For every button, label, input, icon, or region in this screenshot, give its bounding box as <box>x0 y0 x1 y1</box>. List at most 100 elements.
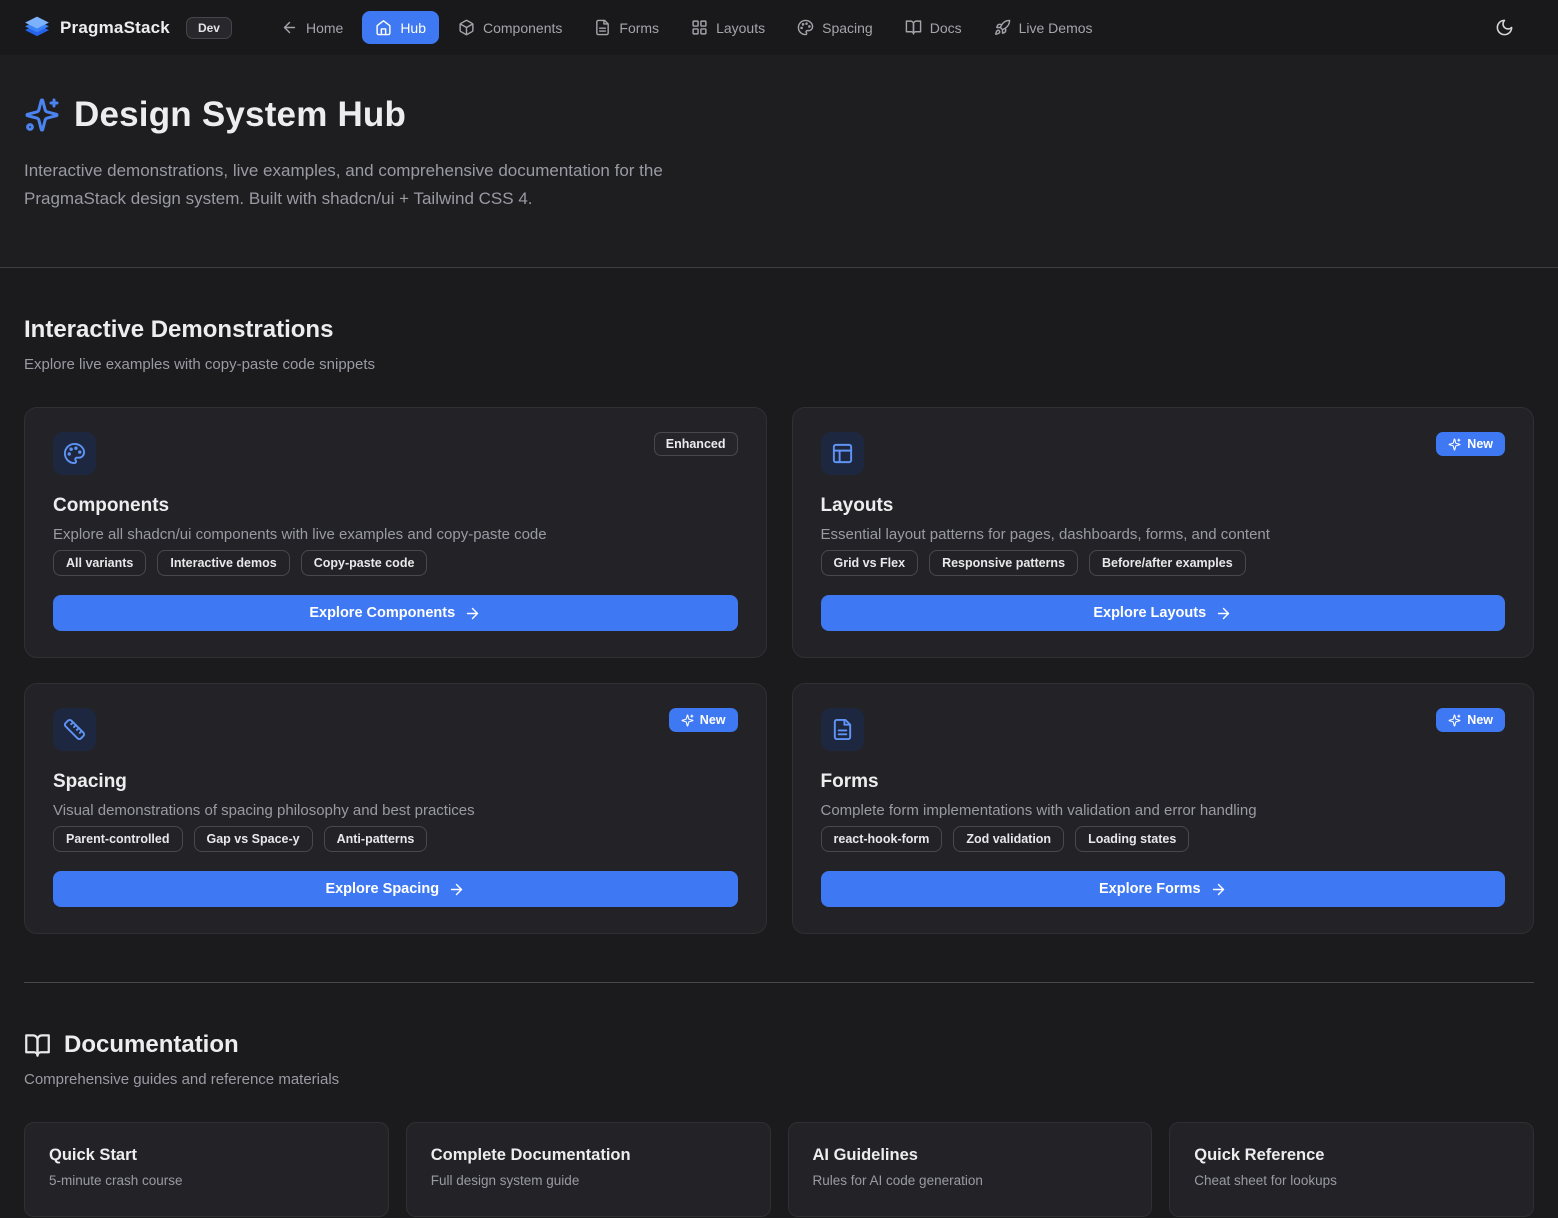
sparkles-icon <box>681 714 694 727</box>
ruler-icon <box>53 708 96 751</box>
tag: Gap vs Space-y <box>194 826 313 852</box>
card-title: Components <box>53 495 738 517</box>
demos-subheading: Explore live examples with copy-paste co… <box>24 356 1534 373</box>
doc-card-description: 5-minute crash course <box>49 1173 364 1188</box>
explore-components-button[interactable]: Explore Components <box>53 595 738 631</box>
arrow-right-icon <box>448 881 465 898</box>
card-badge-components: Enhanced <box>654 432 738 456</box>
demo-grid: EnhancedComponentsExplore all shadcn/ui … <box>24 407 1534 934</box>
palette-icon <box>797 19 814 36</box>
cta-label: Explore Layouts <box>1093 605 1206 621</box>
nav-item-docs[interactable]: Docs <box>892 11 975 44</box>
hero: Design System Hub Interactive demonstrat… <box>0 55 1558 268</box>
book-open-icon <box>905 19 922 36</box>
nav-item-label: Live Demos <box>1019 20 1093 36</box>
rocket-icon <box>994 19 1011 36</box>
doc-card-title: AI Guidelines <box>813 1146 1128 1165</box>
nav-item-hub[interactable]: Hub <box>362 11 439 44</box>
sparkles-icon <box>1448 714 1461 727</box>
card-title: Layouts <box>821 495 1506 517</box>
nav-item-label: Forms <box>619 20 659 36</box>
moon-icon <box>1495 18 1514 37</box>
card-badge-layouts: New <box>1436 432 1505 456</box>
theme-toggle-button[interactable] <box>1486 10 1522 46</box>
explore-layouts-button[interactable]: Explore Layouts <box>821 595 1506 631</box>
cta-label: Explore Components <box>309 605 455 621</box>
nav-item-label: Components <box>483 20 562 36</box>
tag-list: Grid vs Flex Responsive patterns Before/af… <box>821 550 1506 576</box>
arrow-right-icon <box>1210 881 1227 898</box>
page-description: Interactive demonstrations, live example… <box>24 157 764 213</box>
doc-card-title: Quick Reference <box>1194 1146 1509 1165</box>
badge-label: Enhanced <box>666 437 726 451</box>
badge-label: New <box>1467 437 1493 451</box>
card-title: Spacing <box>53 771 738 793</box>
demo-card-components: EnhancedComponentsExplore all shadcn/ui … <box>24 407 767 658</box>
tag: Before/after examples <box>1089 550 1246 576</box>
nav-item-layouts[interactable]: Layouts <box>678 11 778 44</box>
divider <box>24 982 1534 983</box>
file-text-icon <box>594 19 611 36</box>
book-open-icon <box>24 1032 51 1059</box>
demos-heading: Interactive Demonstrations <box>24 316 1534 344</box>
documentation-subheading: Comprehensive guides and reference mater… <box>24 1071 1534 1088</box>
doc-card-title: Quick Start <box>49 1146 364 1165</box>
tag: Copy-paste code <box>301 550 428 576</box>
layers-icon <box>24 15 50 41</box>
arrow-left-icon <box>281 19 298 36</box>
file-text-icon <box>821 708 864 751</box>
home-icon <box>375 19 392 36</box>
doc-card-complete-documentation[interactable]: Complete Documentation Full design system… <box>406 1122 771 1217</box>
nav-item-forms[interactable]: Forms <box>581 11 672 44</box>
documentation-section: Documentation Comprehensive guides and r… <box>24 1031 1534 1217</box>
doc-card-description: Rules for AI code generation <box>813 1173 1128 1188</box>
brand-name: PragmaStack <box>60 18 170 38</box>
nav-item-components[interactable]: Components <box>445 11 575 44</box>
doc-grid: Quick Start 5-minute crash course Complete… <box>24 1122 1534 1217</box>
demos-section: Interactive Demonstrations Explore live … <box>24 316 1534 934</box>
badge-label: New <box>700 713 726 727</box>
doc-card-description: Cheat sheet for lookups <box>1194 1173 1509 1188</box>
demo-card-forms: New Forms Complete form implementations wi… <box>792 683 1535 934</box>
explore-forms-button[interactable]: Explore Forms <box>821 871 1506 907</box>
demo-card-layouts: New Layouts Essential layout patterns for … <box>792 407 1535 658</box>
nav-item-label: Spacing <box>822 20 873 36</box>
env-badge: Dev <box>186 17 232 39</box>
main-content: Interactive Demonstrations Explore live … <box>0 316 1558 1217</box>
nav-item-label: Layouts <box>716 20 765 36</box>
tag: react-hook-form <box>821 826 943 852</box>
doc-card-title: Complete Documentation <box>431 1146 746 1165</box>
tag-list: react-hook-formZod validationLoading sta… <box>821 826 1506 852</box>
tag-list: Parent-controlledGap vs Space-yAnti-patt… <box>53 826 738 852</box>
top-nav: PragmaStack Dev Home Hub Components Forms La… <box>0 0 1558 55</box>
tag: Grid vs Flex <box>821 550 919 576</box>
brand[interactable]: PragmaStack Dev <box>24 15 232 41</box>
sparkles-icon <box>24 97 60 133</box>
nav-item-home[interactable]: Home <box>268 11 356 44</box>
card-description: Complete form implementations with valid… <box>821 802 1506 819</box>
tag: Zod validation <box>953 826 1064 852</box>
tag: All variants <box>53 550 146 576</box>
nav-items: Home Hub Components Forms Layouts Spacing Docs… <box>268 11 1486 44</box>
tag: Responsive patterns <box>929 550 1078 576</box>
doc-card-description: Full design system guide <box>431 1173 746 1188</box>
card-description: Essential layout patterns for pages, das… <box>821 526 1506 543</box>
tag: Interactive demos <box>157 550 289 576</box>
card-title: Forms <box>821 771 1506 793</box>
nav-item-label: Home <box>306 20 343 36</box>
doc-card-quick-reference[interactable]: Quick Reference Cheat sheet for lookups <box>1169 1122 1534 1217</box>
nav-item-spacing[interactable]: Spacing <box>784 11 886 44</box>
nav-item-live-demos[interactable]: Live Demos <box>981 11 1106 44</box>
package-icon <box>458 19 475 36</box>
sparkles-icon <box>1448 438 1461 451</box>
card-description: Visual demonstrations of spacing philoso… <box>53 802 738 819</box>
badge-label: New <box>1467 713 1493 727</box>
tag: Parent-controlled <box>53 826 183 852</box>
cta-label: Explore Spacing <box>325 881 439 897</box>
doc-card-quick-start[interactable]: Quick Start 5-minute crash course <box>24 1122 389 1217</box>
tag-list: All variants Interactive demos Copy-paste … <box>53 550 738 576</box>
doc-card-ai-guidelines[interactable]: AI Guidelines Rules for AI code generatio… <box>788 1122 1153 1217</box>
page-title: Design System Hub <box>74 95 406 135</box>
panels-top-left-icon <box>821 432 864 475</box>
explore-spacing-button[interactable]: Explore Spacing <box>53 871 738 907</box>
